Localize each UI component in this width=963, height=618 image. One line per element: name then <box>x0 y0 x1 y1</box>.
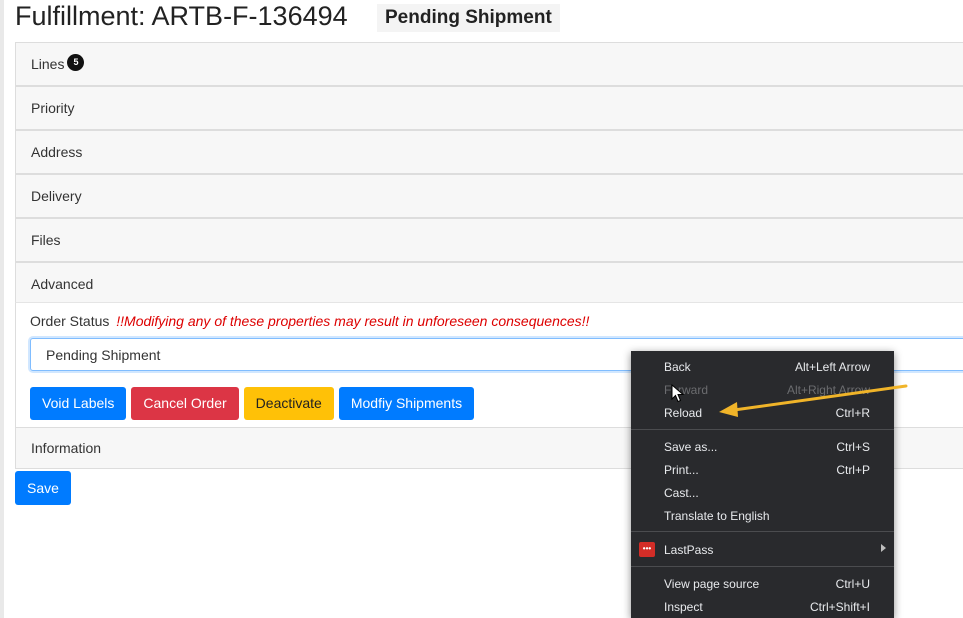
context-menu-item-cast[interactable]: Cast... <box>631 482 894 504</box>
accordion-item-label: Files <box>31 232 61 248</box>
menu-separator <box>631 429 894 430</box>
menu-item-shortcut: Ctrl+R <box>835 406 870 420</box>
cancel-order-button[interactable]: Cancel Order <box>131 387 239 420</box>
lastpass-icon: ••• <box>639 542 655 557</box>
menu-item-label: Cast... <box>664 486 699 500</box>
context-menu-item-translate[interactable]: Translate to English <box>631 505 894 527</box>
accordion-item-address[interactable]: Address <box>15 129 963 173</box>
menu-item-label: Print... <box>664 463 699 477</box>
menu-item-shortcut: Alt+Right Arrow <box>786 383 870 397</box>
accordion-item-advanced[interactable]: Advanced <box>15 261 963 305</box>
menu-item-shortcut: Ctrl+Shift+I <box>809 600 870 614</box>
order-status-label: Order Status !!Modifying any of these pr… <box>30 313 589 329</box>
menu-separator <box>631 531 894 532</box>
deactivate-button[interactable]: Deactivate <box>243 387 334 420</box>
menu-item-shortcut: Ctrl+U <box>835 577 870 591</box>
menu-item-shortcut: Ctrl+P <box>836 463 870 477</box>
menu-item-label: Save as... <box>664 440 718 454</box>
void-labels-button[interactable]: Void Labels <box>30 387 127 420</box>
context-menu-item-save-as[interactable]: Save as... Ctrl+S <box>631 436 894 458</box>
menu-item-label: Translate to English <box>664 509 770 523</box>
save-button[interactable]: Save <box>15 471 71 505</box>
context-menu-item-print[interactable]: Print... Ctrl+P <box>631 459 894 481</box>
order-status-text: Order Status <box>30 313 110 329</box>
accordion-item-label: Priority <box>31 100 75 116</box>
modify-shipments-button[interactable]: Modfiy Shipments <box>338 387 475 420</box>
submenu-arrow-icon <box>881 544 886 552</box>
accordion-item-lines[interactable]: Lines 5 <box>15 42 963 85</box>
menu-item-label: LastPass <box>664 543 714 557</box>
menu-separator <box>631 566 894 567</box>
menu-item-label: Reload <box>664 406 703 420</box>
page-title: Fulfillment: ARTB-F-136494 <box>15 1 348 31</box>
accordion-item-files[interactable]: Files <box>15 217 963 261</box>
menu-item-label: Inspect <box>664 600 703 614</box>
status-badge: Pending Shipment <box>377 4 560 32</box>
accordion-item-label: Lines <box>31 56 65 72</box>
menu-item-label: View page source <box>664 577 760 591</box>
menu-item-label: Back <box>664 360 691 374</box>
context-menu-item-inspect[interactable]: Inspect Ctrl+Shift+I <box>631 596 894 618</box>
context-menu-item-view-source[interactable]: View page source Ctrl+U <box>631 573 894 595</box>
accordion-item-label: Information <box>31 440 102 456</box>
warning-text: !!Modifying any of these properties may … <box>116 313 590 329</box>
count-badge: 5 <box>67 53 85 71</box>
accordion-item-delivery[interactable]: Delivery <box>15 173 963 217</box>
context-menu-item-lastpass[interactable]: ••• LastPass <box>631 539 894 561</box>
page-left-edge <box>0 0 4 618</box>
menu-item-shortcut: Alt+Left Arrow <box>794 360 870 374</box>
context-menu-item-reload[interactable]: Reload Ctrl+R <box>631 402 894 424</box>
accordion-item-label: Delivery <box>31 188 82 204</box>
context-menu-item-back[interactable]: Back Alt+Left Arrow <box>631 356 894 378</box>
mouse-cursor-icon <box>671 384 685 403</box>
action-buttons: Void Labels Cancel Order Deactivate Modf… <box>30 387 475 420</box>
accordion-item-label: Address <box>31 144 83 160</box>
accordion-item-label: Advanced <box>31 276 94 292</box>
menu-item-shortcut: Ctrl+S <box>836 440 870 454</box>
accordion: Lines 5 Priority Address Delivery Files … <box>15 42 963 305</box>
accordion-item-priority[interactable]: Priority <box>15 85 963 129</box>
